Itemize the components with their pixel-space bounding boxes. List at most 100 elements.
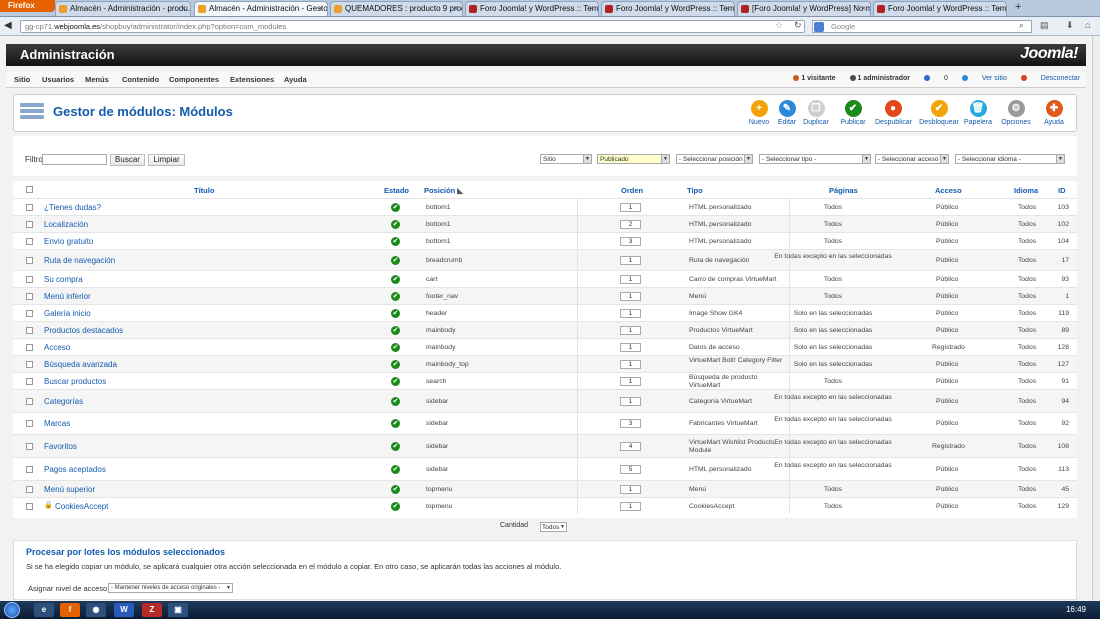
access-select[interactable]: - Seleccionar acceso - ▼ <box>875 154 949 164</box>
order-input[interactable]: 1 <box>620 485 641 494</box>
module-title-link[interactable]: Marcas <box>44 419 70 428</box>
published-check-icon[interactable]: ✔ <box>391 275 400 284</box>
row-checkbox[interactable] <box>26 344 33 351</box>
home-icon[interactable]: ⌂ <box>1085 20 1090 30</box>
order-input[interactable]: 2 <box>620 220 641 229</box>
row-checkbox[interactable] <box>26 257 33 264</box>
bookmarks-icon[interactable]: ▤ <box>1040 20 1049 31</box>
published-check-icon[interactable]: ✔ <box>391 237 400 246</box>
row-checkbox[interactable] <box>26 238 33 245</box>
module-title-link[interactable]: ¿Tienes dudas? <box>44 203 101 212</box>
view-site-link[interactable]: Ver sitio <box>961 75 1007 82</box>
published-check-icon[interactable]: ✔ <box>391 256 400 265</box>
back-icon[interactable]: ◀ <box>4 20 12 31</box>
module-title-link[interactable]: Favoritos <box>44 442 77 451</box>
start-button[interactable] <box>4 602 20 618</box>
row-checkbox[interactable] <box>26 486 33 493</box>
ayuda-button[interactable]: ✚ Ayuda <box>1036 100 1072 126</box>
close-icon[interactable]: × <box>725 2 730 16</box>
module-title-link[interactable]: Menú superior <box>44 485 95 494</box>
menu-item-extensiones[interactable]: Extensiones <box>230 75 274 84</box>
column-position[interactable]: Posición ◣ <box>424 186 463 195</box>
close-icon[interactable]: × <box>861 2 866 16</box>
column-id[interactable]: ID <box>1058 186 1066 195</box>
order-input[interactable]: 1 <box>620 203 641 212</box>
row-checkbox[interactable] <box>26 420 33 427</box>
filter-input[interactable] <box>42 154 107 165</box>
browser-tab[interactable]: Foro Joomla! y WordPress :: Tema:... × <box>465 1 599 16</box>
module-title-link[interactable]: Productos destacados <box>44 326 123 335</box>
publicar-button[interactable]: ✔ Publicar <box>835 100 871 126</box>
clear-button[interactable]: Limpiar <box>148 154 185 166</box>
published-check-icon[interactable]: ✔ <box>391 360 400 369</box>
menu-item-menús[interactable]: Menús <box>85 75 109 84</box>
browser-tab[interactable]: Almacén - Administración - Gestor... × <box>194 1 328 16</box>
menu-item-ayuda[interactable]: Ayuda <box>284 75 307 84</box>
published-check-icon[interactable]: ✔ <box>391 343 400 352</box>
order-input[interactable]: 1 <box>620 326 641 335</box>
published-check-icon[interactable]: ✔ <box>391 377 400 386</box>
row-checkbox[interactable] <box>26 378 33 385</box>
taskbar-ie-icon[interactable]: e <box>34 603 54 617</box>
module-title-link[interactable]: Buscar productos <box>44 377 106 386</box>
batch-access-select[interactable]: - Mantener niveles de acceso originales … <box>108 583 233 593</box>
module-title-link[interactable]: Categorías <box>44 397 83 406</box>
logout-link[interactable]: Desconectar <box>1020 75 1080 82</box>
column-status[interactable]: Estado <box>384 186 409 195</box>
row-checkbox[interactable] <box>26 204 33 211</box>
despublicar-button[interactable]: ● Despublicar <box>875 100 912 126</box>
module-title-link[interactable]: Búsqueda avanzada <box>44 360 117 369</box>
messages-status[interactable]: 0 <box>923 75 948 82</box>
row-checkbox[interactable] <box>26 443 33 450</box>
menu-item-usuarios[interactable]: Usuarios <box>42 75 74 84</box>
order-input[interactable]: 1 <box>620 275 641 284</box>
published-check-icon[interactable]: ✔ <box>391 419 400 428</box>
position-select[interactable]: - Seleccionar posición - ▼ <box>676 154 753 164</box>
taskbar-explorer-icon[interactable]: ▣ <box>168 603 188 617</box>
column-order[interactable]: Orden <box>621 186 643 195</box>
menu-item-contenido[interactable]: Contenido <box>122 75 159 84</box>
row-checkbox[interactable] <box>26 466 33 473</box>
module-title-link[interactable]: Pagos aceptados <box>44 465 106 474</box>
row-checkbox[interactable] <box>26 361 33 368</box>
order-input[interactable]: 3 <box>620 419 641 428</box>
close-icon[interactable]: × <box>589 2 594 16</box>
published-check-icon[interactable]: ✔ <box>391 465 400 474</box>
row-checkbox[interactable] <box>26 276 33 283</box>
type-select[interactable]: - Seleccionar tipo - ▼ <box>759 154 871 164</box>
row-checkbox[interactable] <box>26 293 33 300</box>
taskbar-filezilla-icon[interactable]: Z <box>142 603 162 617</box>
module-title-link[interactable]: Ruta de navegación <box>44 256 115 265</box>
order-input[interactable]: 1 <box>620 309 641 318</box>
quantity-select[interactable]: Todos ▼ <box>540 522 567 532</box>
order-input[interactable]: 1 <box>620 343 641 352</box>
column-pages[interactable]: Páginas <box>829 186 858 195</box>
new-tab-button[interactable]: + <box>1015 1 1021 13</box>
order-input[interactable]: 4 <box>620 442 641 451</box>
bookmark-star-icon[interactable]: ☆ <box>775 20 783 31</box>
search-input[interactable]: Google <box>812 20 1032 33</box>
browser-tab[interactable]: QUEMADORES : producto 9 produc...× <box>330 1 463 16</box>
desbloquear-button[interactable]: ✔ Desbloquear <box>917 100 961 126</box>
client-select[interactable]: Sitio ▼ <box>540 154 592 164</box>
published-check-icon[interactable]: ✔ <box>391 397 400 406</box>
row-checkbox[interactable] <box>26 221 33 228</box>
browser-tab[interactable]: [Foro Joomla! y WordPress] No me ...× <box>737 1 871 16</box>
select-all-checkbox[interactable] <box>26 186 33 193</box>
download-icon[interactable]: ⬇ <box>1066 20 1074 31</box>
papelera-button[interactable]: 🗑 Papelera <box>960 100 996 126</box>
module-title-link[interactable]: Acceso <box>44 343 70 352</box>
order-input[interactable]: 1 <box>620 360 641 369</box>
module-title-link[interactable]: Envío gratuito <box>44 237 93 246</box>
published-check-icon[interactable]: ✔ <box>391 326 400 335</box>
order-input[interactable]: 5 <box>620 465 641 474</box>
published-check-icon[interactable]: ✔ <box>391 292 400 301</box>
published-check-icon[interactable]: ✔ <box>391 485 400 494</box>
taskbar-firefox-icon[interactable]: f <box>60 603 80 617</box>
menu-item-sitio[interactable]: Sitio <box>14 75 30 84</box>
module-title-link[interactable]: Galería inicio <box>44 309 91 318</box>
module-title-link[interactable]: CookiesAccept <box>55 502 108 511</box>
browser-tab[interactable]: Foro Joomla! y WordPress :: Tema:... × <box>601 1 735 16</box>
browser-tab[interactable]: Almacén - Administración - produ... × <box>55 1 191 16</box>
magnifier-icon[interactable]: ⌕ <box>1019 20 1024 31</box>
